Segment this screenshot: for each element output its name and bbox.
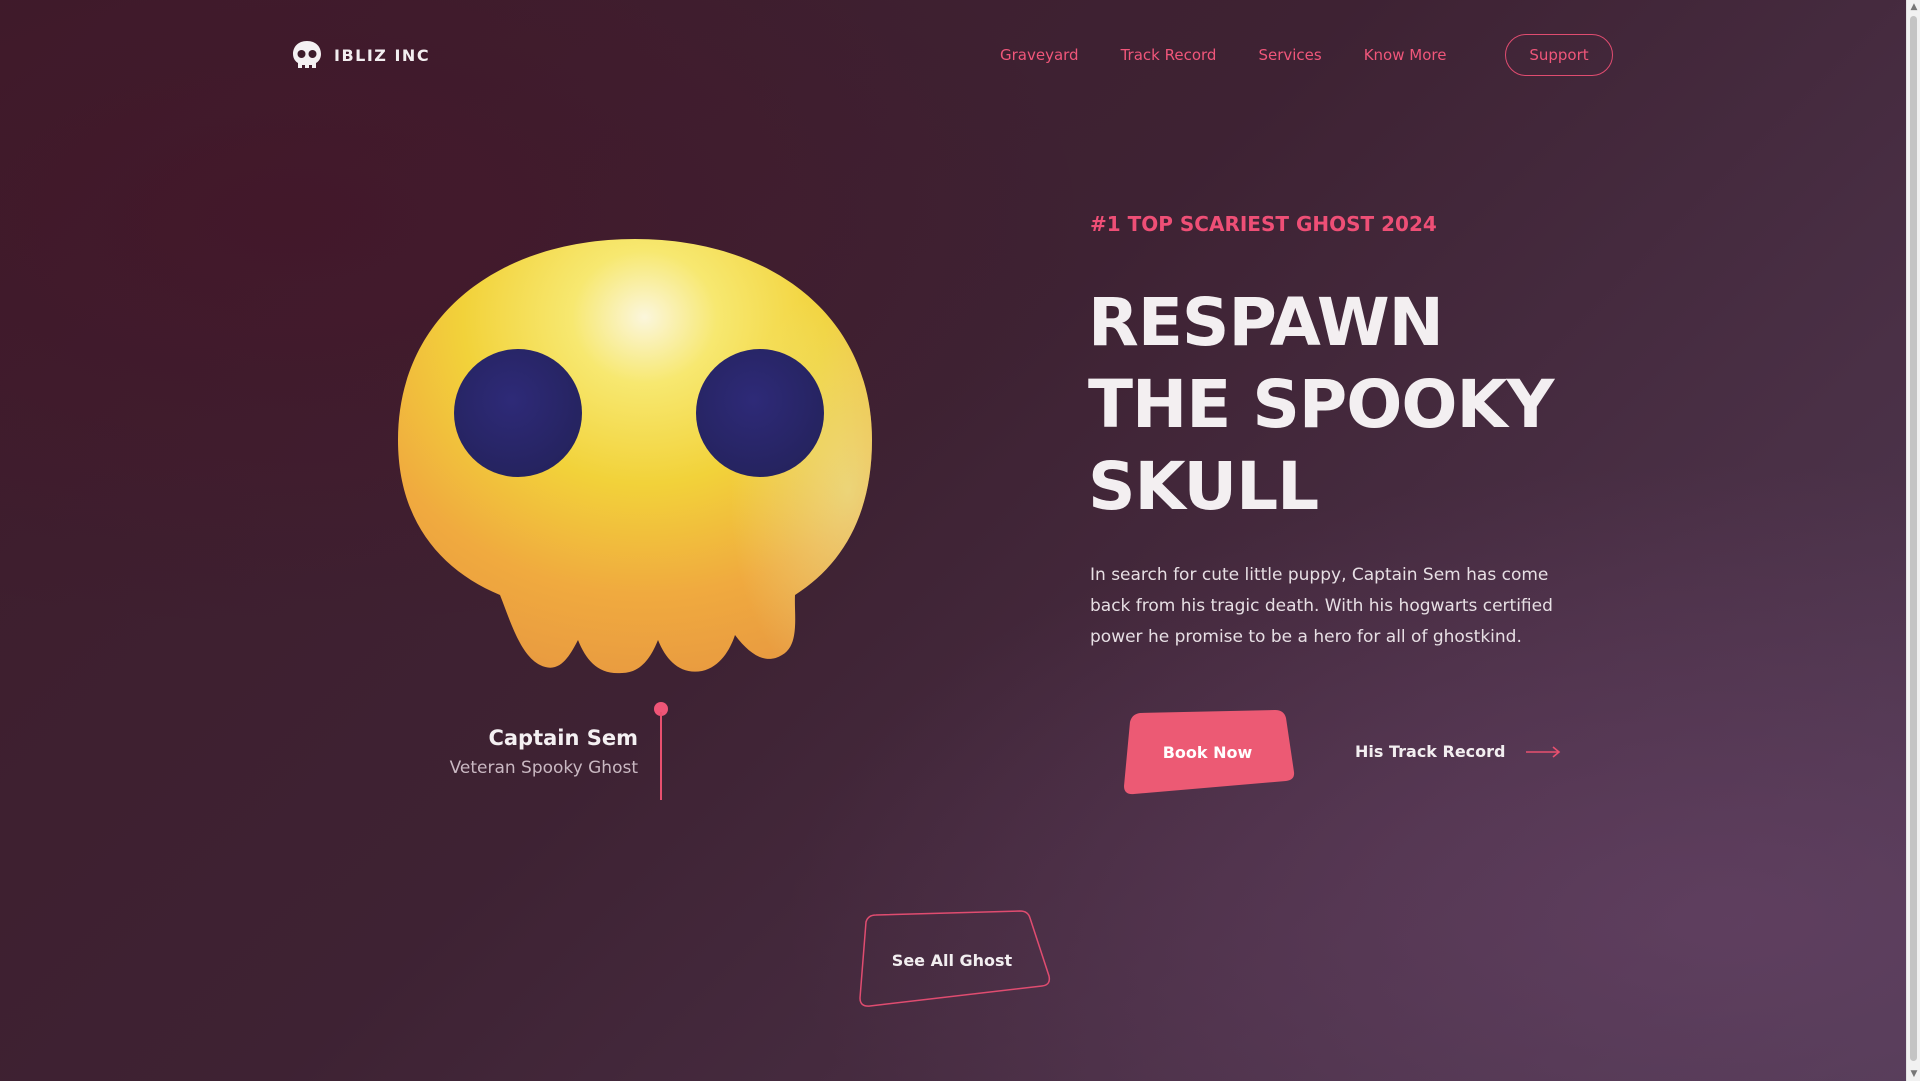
arrow-right-icon [1525,745,1560,758]
track-record-link[interactable]: His Track Record [1355,742,1562,761]
brand-logo[interactable]: IBLIZ INC [290,38,430,72]
nav-link-services[interactable]: Services [1258,46,1321,64]
support-button[interactable]: Support [1505,34,1613,76]
character-caption: Captain Sem Veteran Spooky Ghost [450,726,638,778]
hero-headline: RESPAWN THE SPOOKY SKULL [1088,282,1608,528]
hero-eyebrow: #1 TOP SCARIEST GHOST 2024 [1090,212,1437,236]
track-record-label: His Track Record [1355,742,1506,761]
nav-link-graveyard[interactable]: Graveyard [1000,46,1079,64]
main-nav: Graveyard Track Record Services Know Mor… [1000,38,1446,72]
character-name: Captain Sem [488,726,638,750]
skull-icon [293,41,321,68]
hero-description: In search for cute little puppy, Captain… [1090,565,1553,647]
caption-pin-line [660,712,662,800]
book-now-label: Book Now [1162,743,1253,762]
page-scrollbar[interactable]: ▲ ▼ [1906,0,1920,1081]
skull-illustration [398,239,872,674]
headline-line-3: SKULL [1088,448,1319,525]
see-all-ghost-label: See All Ghost [891,950,1013,970]
nav-link-know-more[interactable]: Know More [1364,46,1447,64]
book-now-button[interactable]: Book Now [1120,710,1295,795]
character-role: Veteran Spooky Ghost [449,758,638,778]
headline-line-2: THE SPOOKY [1088,366,1554,443]
see-all-ghost-button[interactable]: See All Ghost [852,910,1052,1010]
scroll-up-icon[interactable]: ▲ [1909,2,1919,12]
nav-link-track-record[interactable]: Track Record [1121,46,1217,64]
brand-name: IBLIZ INC [334,45,431,65]
headline-line-1: RESPAWN [1088,284,1444,361]
scrollbar-thumb[interactable] [1910,16,1917,1061]
scroll-down-icon[interactable]: ▼ [1909,1069,1919,1079]
